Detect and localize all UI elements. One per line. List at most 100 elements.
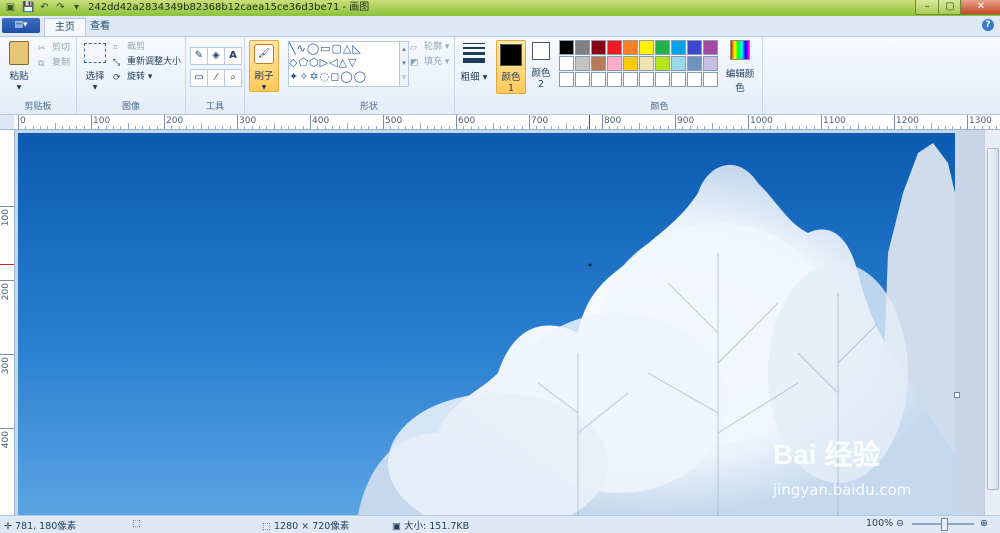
resize-button[interactable]: ⤡ 重新调整大小 — [113, 55, 181, 69]
minimize-button[interactable]: – — [915, 0, 939, 15]
clipboard-group-label: 剪贴板 — [24, 102, 52, 112]
palette-swatch[interactable] — [703, 72, 718, 87]
text-icon[interactable]: A — [224, 47, 242, 65]
ruler-minor-tick — [879, 126, 881, 129]
shapes-gallery[interactable]: ╲∿◯▭▢△◺ ◇⬠⬡▷◁△▽ ✦✧✡◌◻◯◯ — [288, 41, 400, 87]
help-icon[interactable]: ? — [982, 19, 994, 31]
select-button[interactable]: 选择 ▾ — [81, 41, 109, 93]
palette-swatch[interactable] — [671, 56, 686, 71]
copy-button[interactable]: ⧉ 复制 — [38, 56, 70, 70]
palette-swatch[interactable] — [559, 72, 574, 87]
shapes-scroll-icon[interactable]: ▴ ▾ ▿ — [399, 41, 409, 87]
select-label: 选择 — [85, 71, 105, 82]
ruler-minor-tick — [507, 126, 509, 129]
ruler-minor-tick — [390, 126, 392, 129]
horizontal-ruler: 0 100 200 300 400 500 600 700 800 900 1000 1100 1200… — [14, 115, 1000, 130]
palette-swatch[interactable] — [687, 40, 702, 55]
palette-swatch[interactable] — [591, 72, 606, 87]
palette-swatch[interactable] — [559, 56, 574, 71]
ruler-minor-tick — [470, 126, 472, 129]
ruler-tick — [18, 115, 19, 129]
scrollbar-thumb[interactable] — [987, 148, 999, 490]
paint-app-icon: ▣ — [5, 2, 16, 13]
ruler-tick — [821, 115, 822, 129]
fill-label: 填充 — [424, 57, 443, 67]
rotate-button[interactable]: ⟳ 旋转 ▾ — [113, 70, 152, 84]
app-menu-button[interactable]: ▤▾ — [2, 18, 40, 33]
color2-button[interactable]: 颜色 2 — [528, 40, 554, 90]
zoom-level: 100% — [866, 518, 894, 529]
eraser-icon[interactable]: ▭ — [190, 69, 208, 87]
palette-swatch[interactable] — [559, 40, 574, 55]
palette-swatch[interactable] — [687, 56, 702, 71]
fill-icon[interactable]: ◈ — [207, 47, 225, 65]
palette-swatch[interactable] — [623, 72, 638, 87]
maximize-button[interactable]: ▢ — [938, 0, 962, 15]
close-button[interactable]: ✕ — [960, 0, 1000, 15]
ruler-minor-tick — [653, 126, 655, 129]
redo-icon[interactable]: ↷ — [54, 1, 67, 14]
paste-button[interactable]: 粘贴 ▾ — [4, 41, 34, 93]
palette-swatch[interactable] — [591, 56, 606, 71]
palette-swatch[interactable] — [671, 72, 686, 87]
cursor-position: ✛ 781, 180像素 — [4, 518, 76, 532]
ruler-label: 400 — [312, 116, 330, 126]
palette-swatch[interactable] — [607, 40, 622, 55]
ruler-minor-tick — [39, 126, 41, 129]
tab-view[interactable]: 查看 — [80, 18, 120, 35]
ruler-minor-tick — [207, 126, 209, 129]
palette-swatch[interactable] — [655, 40, 670, 55]
size-button[interactable]: 粗细 ▾ — [460, 41, 488, 83]
palette-swatch[interactable] — [607, 56, 622, 71]
save-icon[interactable]: 💾 — [22, 1, 35, 14]
ruler-tick — [383, 115, 384, 129]
ruler-label: 100 — [1, 209, 11, 227]
zoom-slider[interactable] — [912, 518, 974, 531]
ruler-minor-tick — [623, 126, 625, 129]
cut-button[interactable]: ✂ 剪切 — [38, 41, 70, 55]
palette-swatch[interactable] — [575, 72, 590, 87]
palette-swatch[interactable] — [671, 40, 686, 55]
canvas-resize-handle[interactable] — [954, 392, 960, 398]
undo-icon[interactable]: ↶ — [38, 1, 51, 14]
ruler-minor-tick — [872, 126, 874, 129]
ruler-minor-tick — [769, 126, 771, 129]
palette-swatch[interactable] — [591, 40, 606, 55]
ruler-minor-tick — [229, 126, 231, 129]
ruler-tick — [748, 115, 749, 129]
crop-button[interactable]: ⌗ 裁剪 — [113, 40, 145, 54]
palette-swatch[interactable] — [607, 72, 622, 87]
palette-swatch[interactable] — [703, 56, 718, 71]
outline-button[interactable]: ▱ 轮廓 ▾ — [410, 40, 449, 54]
edit-colors-button[interactable]: 编辑颜色 — [722, 40, 758, 94]
palette-swatch[interactable] — [575, 56, 590, 71]
palette-swatch[interactable] — [655, 56, 670, 71]
palette-swatch[interactable] — [703, 40, 718, 55]
palette-swatch[interactable] — [623, 40, 638, 55]
zoom-slider-thumb[interactable] — [941, 518, 948, 531]
color-picker-icon[interactable]: ⁄ — [207, 69, 225, 87]
fill-button[interactable]: ◩ 填充 ▾ — [410, 55, 449, 69]
vertical-scrollbar[interactable] — [984, 130, 1000, 515]
color1-button[interactable]: 颜色 1 — [496, 40, 526, 94]
ruler-tick — [602, 115, 603, 129]
palette-swatch[interactable] — [639, 56, 654, 71]
pencil-icon[interactable]: ✎ — [190, 47, 208, 65]
ruler-minor-tick — [112, 126, 114, 129]
palette-swatch[interactable] — [639, 40, 654, 55]
palette-swatch[interactable] — [623, 56, 638, 71]
zoom-out-button[interactable]: ⊖ — [896, 518, 904, 529]
magnifier-icon[interactable]: ⌕ — [224, 69, 242, 87]
palette-swatch[interactable] — [639, 72, 654, 87]
image-canvas[interactable]: Bai 经验 jingyan.baidu.com — [18, 133, 955, 515]
paste-label: 粘贴 — [9, 71, 29, 82]
palette-swatch[interactable] — [687, 72, 702, 87]
zoom-in-button[interactable]: ⊕ — [980, 518, 988, 529]
customize-icon[interactable]: ▾ — [70, 1, 83, 14]
ruler-minor-tick — [448, 126, 450, 129]
ruler-minor-tick — [215, 126, 217, 129]
watermark-url: jingyan.baidu.com — [773, 481, 912, 499]
brushes-button[interactable]: 🖌 刷子 ▾ — [249, 40, 279, 93]
palette-swatch[interactable] — [655, 72, 670, 87]
palette-swatch[interactable] — [575, 40, 590, 55]
